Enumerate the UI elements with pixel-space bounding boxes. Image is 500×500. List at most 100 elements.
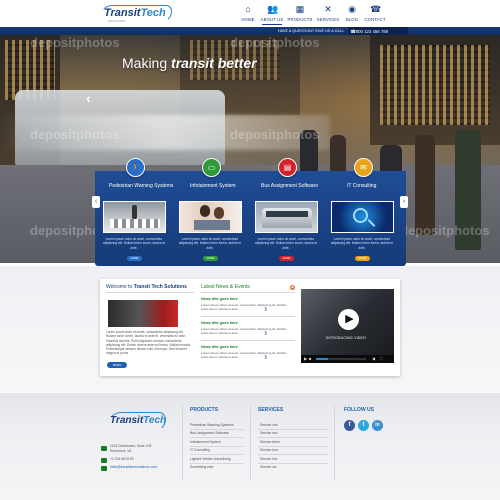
- service-more-button[interactable]: MORE: [279, 256, 294, 261]
- footer-products-heading: PRODUCTS: [190, 407, 219, 413]
- service-thumbnail[interactable]: [179, 201, 242, 233]
- services-next-arrow[interactable]: ›: [400, 196, 408, 208]
- divider: [258, 463, 328, 464]
- hero-title: Making transit better: [122, 55, 257, 71]
- hero-photo-person: [415, 135, 435, 235]
- logo-wordmark: TransitTech: [104, 7, 166, 19]
- service-thumbnail[interactable]: [103, 201, 166, 233]
- address-line-1: 1125 Drivetowne, Suite 105: [110, 444, 152, 448]
- video-title: INTRODUCING VIDEO: [326, 336, 366, 340]
- news-arrow-icon[interactable]: ❯: [264, 306, 267, 311]
- play-icon[interactable]: ▶: [304, 356, 307, 361]
- services-prev-arrow[interactable]: ‹: [92, 196, 100, 208]
- news-item-text: Lorem ipsum dolor sit amet, consectetur …: [201, 327, 287, 336]
- service-title[interactable]: Pedestrian Warning Systems: [109, 183, 173, 189]
- pedestrian-icon: 🚶: [126, 158, 145, 177]
- divider: [258, 454, 328, 455]
- service-title[interactable]: IT Consulting: [347, 183, 376, 189]
- service-title[interactable]: Infotainment System: [190, 183, 236, 189]
- fullscreen-icon[interactable]: ⛶: [380, 356, 383, 361]
- brand-logo[interactable]: TransitTech SOLUTIONS: [100, 5, 172, 23]
- email-icon: [101, 466, 107, 471]
- service-more-button[interactable]: MORE: [203, 256, 218, 261]
- news-item-title[interactable]: News title goes here: [201, 321, 238, 325]
- play-icon[interactable]: ▶: [338, 309, 359, 330]
- divider: [190, 429, 244, 430]
- footer-column-divider: [334, 405, 335, 480]
- news-item-title[interactable]: News title goes here: [201, 345, 238, 349]
- welcome-image: [108, 300, 178, 327]
- news-heading: Latest News & Events: [201, 284, 250, 290]
- service-description: Lorem ipsum dolor sit amet, consectetur …: [178, 237, 242, 250]
- hero-prev-arrow[interactable]: ‹: [86, 90, 91, 106]
- footer-email[interactable]: hello@transittechsolutions.com: [110, 465, 157, 469]
- service-title[interactable]: Bus Assignment Software: [261, 183, 318, 189]
- footer-service-link[interactable]: Service six: [260, 465, 276, 469]
- nav-about-us[interactable]: 👥 ABOUT US: [257, 5, 287, 25]
- video-progress-fill: [316, 358, 328, 360]
- divider: [201, 340, 295, 341]
- nav-products[interactable]: ▦ PRODUCTS: [285, 4, 315, 23]
- logo-wordmark: TransitTech: [110, 415, 167, 426]
- photo-person-hair: [200, 205, 210, 217]
- watermark-text: depositphotos: [30, 127, 120, 142]
- divider: [190, 454, 244, 455]
- nav-contact[interactable]: ☎ CONTACT: [360, 4, 390, 23]
- footer-service-link[interactable]: Service one: [260, 423, 278, 427]
- footer-phone[interactable]: +1 234 5678 90: [110, 457, 134, 461]
- news-rss-icon[interactable]: ◉: [290, 285, 295, 290]
- divider: [201, 316, 295, 317]
- service-more-button[interactable]: MORE: [127, 256, 142, 261]
- footer-product-link[interactable]: Infotainment System: [190, 440, 221, 444]
- footer-service-link[interactable]: Service two: [260, 431, 278, 435]
- hero-photo-windows: [380, 45, 490, 125]
- rss-icon: ◉: [348, 4, 356, 14]
- grid-icon: ▦: [295, 4, 305, 14]
- service-thumbnail[interactable]: [255, 201, 318, 233]
- news-arrow-icon[interactable]: ❯: [264, 330, 267, 335]
- location-icon: [101, 446, 107, 451]
- home-icon: ⌂: [245, 4, 251, 14]
- volume-icon[interactable]: ◀: [372, 356, 375, 361]
- watermark-text: depositphotos: [230, 127, 320, 142]
- phone-icon: ☎: [370, 4, 382, 14]
- footer-service-link[interactable]: Service four: [260, 448, 278, 452]
- footer-logo[interactable]: TransitTech: [108, 412, 166, 432]
- footer-service-link[interactable]: Service five: [260, 457, 278, 461]
- linkedin-icon[interactable]: in: [372, 420, 383, 431]
- magnifier-graphic: [353, 208, 368, 223]
- footer-product-link[interactable]: Bus Assignment Software: [190, 431, 229, 435]
- footer-service-link[interactable]: Service three: [260, 440, 280, 444]
- photo-bus-windows: [266, 211, 308, 217]
- tools-icon: ✕: [324, 4, 332, 14]
- welcome-more-button[interactable]: MORE: [107, 362, 127, 368]
- monitor-icon: ▭: [202, 158, 221, 177]
- footer-product-link[interactable]: IT Consulting: [190, 448, 210, 452]
- service-description: Lorem ipsum dolor sit amet, consectetur …: [102, 237, 166, 250]
- stop-icon[interactable]: ■: [309, 356, 311, 361]
- footer-product-link[interactable]: Lighted Vehicle Advertising: [190, 457, 231, 461]
- news-item-text: Lorem ipsum dolor sit amet, consectetur …: [201, 351, 287, 360]
- contact-bar: HAVE A QUESTION? GIVE US A CALL ☎ 800 12…: [0, 27, 500, 35]
- chat-icon: ✉: [354, 158, 373, 177]
- service-thumbnail[interactable]: [331, 201, 394, 233]
- phone-number[interactable]: 800 123 456 789: [356, 29, 388, 34]
- footer-column-divider: [250, 405, 251, 480]
- news-item-title[interactable]: News title goes here: [201, 297, 238, 301]
- divider: [190, 463, 244, 464]
- footer-product-link[interactable]: Pedestrian Warning Systems: [190, 423, 234, 427]
- service-description: Lorem ipsum dolor sit amet, consectetur …: [254, 237, 318, 250]
- watermark-text: depositphotos: [230, 35, 320, 50]
- news-arrow-icon[interactable]: ❯: [264, 354, 267, 359]
- twitter-icon[interactable]: t: [358, 420, 369, 431]
- crosswalk-stripes: [110, 219, 160, 228]
- service-more-button[interactable]: MORE: [355, 256, 370, 261]
- pedestrian-figure: [132, 205, 137, 219]
- footer-product-link[interactable]: Something else: [190, 465, 213, 469]
- watermark-text: depositphotos: [30, 35, 120, 50]
- facebook-icon[interactable]: f: [344, 420, 355, 431]
- photo-person-hair: [214, 207, 224, 219]
- welcome-text: Lorem ipsum dolor sit amet, consectetur …: [106, 330, 191, 356]
- divider: [201, 292, 295, 293]
- logo-tagline: SOLUTIONS: [108, 19, 126, 23]
